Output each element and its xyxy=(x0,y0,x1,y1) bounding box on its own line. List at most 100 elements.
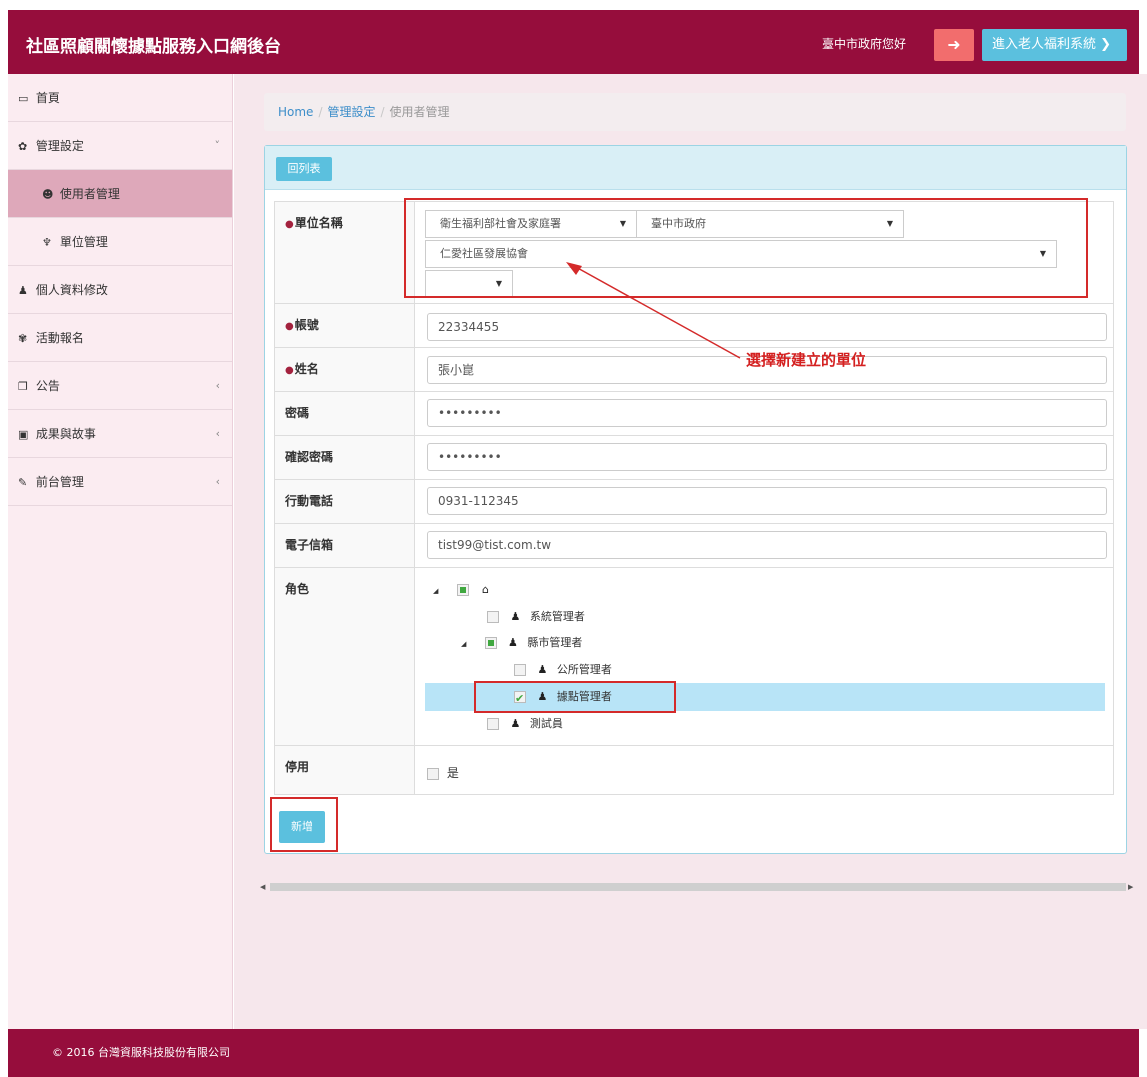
logout-button[interactable]: ➜ xyxy=(934,29,974,61)
unit-label: ●單位名稱 xyxy=(275,202,415,303)
breadcrumb: Home / 管理設定 / 使用者管理 xyxy=(264,93,1126,131)
user-circle-icon: ☻ xyxy=(42,188,54,201)
horizontal-scrollbar[interactable]: ◀ ▶ xyxy=(258,881,1138,893)
user-icon: ♟ xyxy=(508,636,518,649)
chevron-left-icon: ‹ xyxy=(215,427,220,440)
home-icon: ⌂ xyxy=(482,583,489,596)
annotation-box-unit xyxy=(404,198,1088,298)
tree-node-label: 公所管理者 xyxy=(556,663,612,676)
page: 社區照顧關懷據點服務入口網後台 臺中市政府您好 ➜ 進入老人福利系統 ❯ ▭ 首… xyxy=(0,0,1147,1077)
email-label: 電子信箱 xyxy=(275,524,415,567)
sidebar-item-settings[interactable]: ✿ 管理設定 ˅ xyxy=(8,122,232,170)
disabled-label: 停用 xyxy=(275,746,415,794)
sidebar-item-label: 成果與故事 xyxy=(35,427,96,441)
sign-out-icon: ➜ xyxy=(947,35,961,54)
pencil-icon: ✎ xyxy=(18,476,28,489)
email-input[interactable]: tist99@tist.com.tw xyxy=(427,531,1107,559)
panel-header: 回列表 xyxy=(265,146,1126,190)
name-label: ●姓名 xyxy=(275,348,415,391)
tree-checkbox[interactable] xyxy=(487,718,499,730)
sidebar-item-results-stories[interactable]: ▣ 成果與故事 ‹ xyxy=(8,410,232,458)
email-row: 電子信箱 tist99@tist.com.tw xyxy=(275,524,1113,568)
chevron-left-icon: ‹ xyxy=(215,475,220,488)
tree-checkbox[interactable] xyxy=(484,637,497,649)
footer: © 2016 台灣資服科技股份有限公司 xyxy=(8,1029,1139,1077)
tree-checkbox[interactable] xyxy=(514,664,526,676)
annotation-box-add xyxy=(270,797,338,852)
breadcrumb-separator: / xyxy=(318,105,323,119)
footer-copyright: © 2016 台灣資服科技股份有限公司 xyxy=(52,1046,230,1059)
account-label: ●帳號 xyxy=(275,304,415,347)
tree-checkbox[interactable] xyxy=(456,584,469,596)
paw-icon: ✾ xyxy=(18,332,28,345)
chevron-right-icon: ❯ xyxy=(1100,37,1112,52)
sidebar-item-label: 首頁 xyxy=(35,91,60,105)
app-title[interactable]: 社區照顧關懷據點服務入口網後台 xyxy=(26,32,281,57)
role-label: 角色 xyxy=(275,568,415,745)
tree-checkbox[interactable] xyxy=(487,611,499,623)
disabled-checkbox[interactable] xyxy=(427,767,439,780)
annotation-text: 選擇新建立的單位 xyxy=(746,351,867,369)
sidebar-item-unit-management[interactable]: ♆ 單位管理 xyxy=(8,218,232,266)
sidebar-item-label: 管理設定 xyxy=(35,139,84,153)
image-icon: ▣ xyxy=(18,428,29,441)
user-icon: ♟ xyxy=(510,610,521,623)
sidebar-item-label: 公告 xyxy=(35,379,60,393)
confirm-password-row: 確認密碼 ••••••••• xyxy=(275,436,1113,480)
user-icon: ♟ xyxy=(510,717,521,730)
collapse-icon[interactable]: ◢ xyxy=(433,579,447,603)
collapse-icon[interactable]: ◢ xyxy=(461,632,475,656)
disabled-option-label: 是 xyxy=(446,766,459,780)
mobile-input[interactable]: 0931-112345 xyxy=(427,487,1107,515)
annotation-box-role xyxy=(474,681,676,713)
elder-welfare-label: 進入老人福利系統 xyxy=(992,37,1097,52)
breadcrumb-settings[interactable]: 管理設定 xyxy=(327,105,375,119)
password-label: 密碼 xyxy=(275,392,415,435)
chevron-down-icon: ˅ xyxy=(214,139,221,152)
required-marker: ● xyxy=(285,321,294,332)
tree-node-office-admin[interactable]: ♟ 公所管理者 xyxy=(514,658,612,682)
sitemap-icon: ♆ xyxy=(42,236,52,249)
calendar-icon: ▭ xyxy=(18,92,29,105)
sidebar-item-home[interactable]: ▭ 首頁 xyxy=(8,74,232,122)
breadcrumb-home[interactable]: Home xyxy=(278,105,313,119)
account-row: ●帳號 22334455 xyxy=(275,304,1113,348)
tree-node-label: 縣市管理者 xyxy=(527,636,583,649)
sidebar-item-announcements[interactable]: ❐ 公告 ‹ xyxy=(8,362,232,410)
top-bar: 社區照顧關懷據點服務入口網後台 臺中市政府您好 ➜ 進入老人福利系統 ❯ xyxy=(8,10,1139,74)
copy-icon: ❐ xyxy=(18,380,28,393)
password-input[interactable]: ••••••••• xyxy=(427,399,1107,427)
sidebar-item-label: 單位管理 xyxy=(59,235,108,249)
password-row: 密碼 ••••••••• xyxy=(275,392,1113,436)
back-to-list-button[interactable]: 回列表 xyxy=(276,157,332,181)
sidebar-item-label: 個人資料修改 xyxy=(35,283,108,297)
confirm-password-input[interactable]: ••••••••• xyxy=(427,443,1107,471)
mobile-row: 行動電話 0931-112345 xyxy=(275,480,1113,524)
tree-node-system-admin[interactable]: ♟ 系統管理者 xyxy=(487,605,585,629)
tree-node-county-admin[interactable]: ◢ ♟ 縣市管理者 xyxy=(461,631,582,655)
sidebar-item-frontend-management[interactable]: ✎ 前台管理 ‹ xyxy=(8,458,232,506)
greeting-text: 臺中市政府您好 xyxy=(822,37,907,51)
disabled-row: 停用 是 xyxy=(275,746,1113,794)
scroll-right-icon[interactable]: ▶ xyxy=(1128,881,1133,893)
role-row: 角色 ◢ ⌂ ♟ 系統管理者 ◢ ♟ 縣市管理者 ♟ 公所管理者 ✔ ♟ 據點管… xyxy=(275,568,1113,746)
mobile-label: 行動電話 xyxy=(275,480,415,523)
tree-node-label: 系統管理者 xyxy=(529,610,585,623)
disabled-option[interactable]: 是 xyxy=(427,764,459,781)
person-icon: ♟ xyxy=(18,284,28,297)
name-row: ●姓名 張小崑 xyxy=(275,348,1113,392)
breadcrumb-separator: / xyxy=(380,105,385,119)
sidebar-item-activity-signup[interactable]: ✾ 活動報名 xyxy=(8,314,232,362)
sidebar-item-profile[interactable]: ♟ 個人資料修改 xyxy=(8,266,232,314)
scroll-left-icon[interactable]: ◀ xyxy=(260,881,265,893)
sidebar-item-user-management[interactable]: ☻ 使用者管理 xyxy=(8,170,232,218)
user-icon: ♟ xyxy=(537,663,548,676)
account-input[interactable]: 22334455 xyxy=(427,313,1107,341)
breadcrumb-current: 使用者管理 xyxy=(389,105,450,119)
tree-node-tester[interactable]: ♟ 測試員 xyxy=(487,712,563,736)
scroll-thumb[interactable] xyxy=(270,883,1126,891)
tree-node-label: 測試員 xyxy=(529,717,563,730)
tree-root[interactable]: ◢ ⌂ xyxy=(433,578,495,602)
elder-welfare-button[interactable]: 進入老人福利系統 ❯ xyxy=(982,29,1127,61)
required-marker: ● xyxy=(285,365,294,376)
